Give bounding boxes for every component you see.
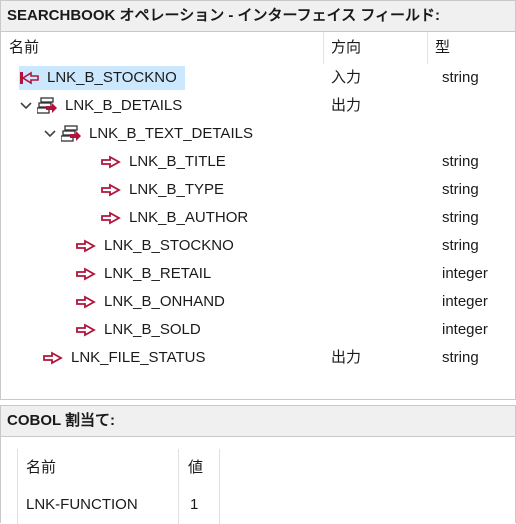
tree-row[interactable]: LNK_B_DETAILS 出力 xyxy=(1,92,515,120)
field-type: string xyxy=(442,153,479,170)
field-type: string xyxy=(442,349,479,366)
tree-row[interactable]: LNK_B_ONHAND integer xyxy=(1,288,515,316)
tree-row[interactable]: LNK_B_STOCKNO string xyxy=(1,232,515,260)
cobol-assignment-title: COBOL 割当て: xyxy=(1,406,515,437)
tree-row[interactable]: LNK_B_TITLE string xyxy=(1,148,515,176)
interface-fields-title: SEARCHBOOK オペレーション - インターフェイス フィールド: xyxy=(1,1,515,32)
field-type: integer xyxy=(442,265,488,282)
cobol-column-header-value[interactable]: 値 xyxy=(188,449,203,486)
column-header-type[interactable]: 型 xyxy=(427,32,516,64)
group-output-icon xyxy=(37,94,59,118)
chevron-down-icon[interactable] xyxy=(19,94,33,118)
tree-item-name-cell[interactable]: LNK_B_TYPE xyxy=(101,178,224,202)
field-name: LNK_B_DETAILS xyxy=(65,97,183,114)
tree-row[interactable]: LNK_FILE_STATUS 出力 string xyxy=(1,344,515,372)
output-arrow-icon xyxy=(101,206,123,230)
field-name: LNK_B_AUTHOR xyxy=(129,209,249,226)
field-type: string xyxy=(442,69,479,86)
field-type: string xyxy=(442,237,479,254)
field-type: integer xyxy=(442,293,488,310)
output-arrow-icon xyxy=(76,234,98,258)
tree-item-name-cell[interactable]: LNK_FILE_STATUS xyxy=(43,346,206,370)
tree-row[interactable]: LNK_B_TEXT_DETAILS xyxy=(1,120,515,148)
output-arrow-icon xyxy=(76,290,98,314)
field-name: LNK_B_ONHAND xyxy=(104,293,225,310)
field-type: integer xyxy=(442,321,488,338)
field-name: LNK_B_TEXT_DETAILS xyxy=(89,125,253,142)
tree-row[interactable]: LNK_B_STOCKNO 入力 string xyxy=(1,64,515,92)
field-direction: 入力 xyxy=(331,69,362,86)
field-direction: 出力 xyxy=(331,97,362,114)
tree-item-name-cell[interactable]: LNK_B_DETAILS xyxy=(19,94,182,118)
tree-row[interactable]: LNK_B_SOLD integer xyxy=(1,316,515,344)
tree-item-name-cell[interactable]: LNK_B_RETAIL xyxy=(76,262,211,286)
cobol-assignment-grid: 名前 値 LNK-FUNCTION 1 xyxy=(17,449,220,524)
output-arrow-icon xyxy=(76,262,98,286)
cobol-assignment-panel: COBOL 割当て: 名前 値 LNK-FUNCTION 1 xyxy=(0,405,516,524)
chevron-down-icon[interactable] xyxy=(43,122,57,146)
field-type: string xyxy=(442,181,479,198)
field-name: LNK_B_SOLD xyxy=(104,321,201,338)
group-output-icon xyxy=(61,122,83,146)
field-name: LNK_B_TITLE xyxy=(129,153,226,170)
column-header-name[interactable]: 名前 xyxy=(1,32,323,64)
tree-row[interactable]: LNK_B_RETAIL integer xyxy=(1,260,515,288)
output-arrow-icon xyxy=(76,318,98,342)
cobol-row-name[interactable]: LNK-FUNCTION xyxy=(26,486,138,523)
cobol-column-header-name[interactable]: 名前 xyxy=(26,449,56,486)
output-arrow-icon xyxy=(101,178,123,202)
field-name: LNK_FILE_STATUS xyxy=(71,349,206,366)
tree-row[interactable]: LNK_B_AUTHOR string xyxy=(1,204,515,232)
tree-item-name-cell[interactable]: LNK_B_ONHAND xyxy=(76,290,225,314)
tree-item-name-cell[interactable]: LNK_B_SOLD xyxy=(76,318,201,342)
tree-row[interactable]: LNK_B_TYPE string xyxy=(1,176,515,204)
tree-item-name-cell[interactable]: LNK_B_STOCKNO xyxy=(19,66,185,90)
field-name: LNK_B_TYPE xyxy=(129,181,225,198)
field-name: LNK_B_STOCKNO xyxy=(104,237,234,254)
field-type: string xyxy=(442,209,479,226)
output-arrow-icon xyxy=(43,346,65,370)
output-arrow-icon xyxy=(101,150,123,174)
field-name: LNK_B_RETAIL xyxy=(104,265,212,282)
cobol-row-value[interactable]: 1 xyxy=(190,486,198,523)
tree-item-name-cell[interactable]: LNK_B_STOCKNO xyxy=(76,234,234,258)
column-header-direction[interactable]: 方向 xyxy=(323,32,427,64)
input-arrow-icon xyxy=(19,66,41,90)
tree-item-name-cell[interactable]: LNK_B_AUTHOR xyxy=(101,206,248,230)
field-name: LNK_B_STOCKNO xyxy=(47,69,177,86)
grid-line xyxy=(178,449,179,524)
interface-fields-panel: SEARCHBOOK オペレーション - インターフェイス フィールド: 名前 … xyxy=(0,0,516,400)
tree-item-name-cell[interactable]: LNK_B_TEXT_DETAILS xyxy=(43,122,253,146)
field-direction: 出力 xyxy=(331,349,362,366)
tree-item-name-cell[interactable]: LNK_B_TITLE xyxy=(101,150,226,174)
grid-line xyxy=(219,449,220,524)
